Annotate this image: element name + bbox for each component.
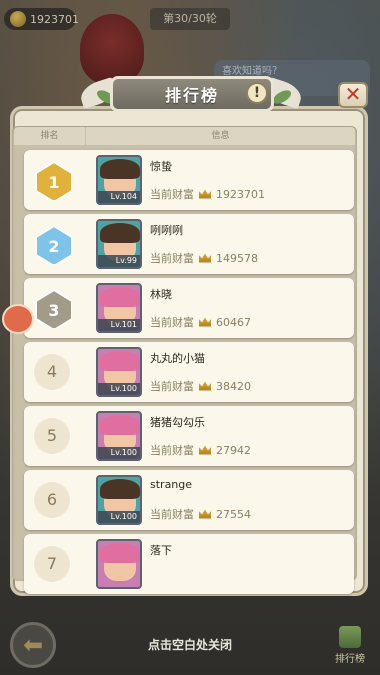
bronze-medal-icon: 3	[35, 288, 72, 328]
player-wealth: 当前财富 27942	[150, 442, 251, 458]
player-wealth: 当前财富 149578	[150, 250, 258, 266]
rank-number: 6	[34, 482, 70, 518]
player-avatar[interactable]: Lv.99	[96, 219, 142, 269]
player-name: 林晓	[150, 288, 172, 301]
player-level: Lv.101	[98, 319, 140, 331]
player-wealth: 当前财富 60467	[150, 314, 251, 330]
wealth-value: 149578	[216, 251, 258, 265]
coin-icon	[10, 11, 26, 27]
avatar-hair	[100, 159, 140, 179]
player-level: Lv.104	[98, 191, 140, 203]
rank-number: 7	[34, 546, 70, 582]
player-avatar[interactable]	[96, 539, 142, 589]
player-name: strange	[150, 478, 193, 491]
leaderboard-row[interactable]: 2 Lv.99 咧咧咧当前财富 149578	[24, 214, 354, 274]
avatar-hair	[100, 479, 140, 499]
silver-medal-icon: 2	[35, 224, 72, 264]
avatar-hair	[100, 351, 140, 371]
panel-title-text: 排行榜	[164, 86, 219, 105]
player-avatar[interactable]: Lv.100	[96, 411, 142, 461]
wealth-value: 27554	[216, 507, 251, 521]
player-name: 猪猪勾勾乐	[150, 416, 205, 429]
player-level: Lv.100	[98, 511, 140, 523]
leaderboard-row[interactable]: 7 落下	[24, 534, 354, 594]
wealth-label: 当前财富	[150, 252, 194, 265]
leaderboard-tab[interactable]: 排行榜	[330, 626, 370, 668]
leaderboard-row[interactable]: 3 Lv.101 林晓当前财富 60467	[24, 278, 354, 338]
player-avatar[interactable]: Lv.101	[96, 283, 142, 333]
player-level: Lv.100	[98, 383, 140, 395]
avatar-hair	[100, 287, 140, 307]
header-info: 信息	[211, 131, 230, 141]
player-avatar[interactable]: Lv.104	[96, 155, 142, 205]
svg-text:1: 1	[48, 173, 59, 192]
gold-medal-icon: 1	[35, 160, 72, 200]
side-toggle-button[interactable]	[2, 304, 34, 334]
player-name: 落下	[150, 544, 172, 557]
player-avatar[interactable]: Lv.100	[96, 475, 142, 525]
wealth-label: 当前财富	[150, 508, 194, 521]
leaderboard-tab-label: 排行榜	[335, 654, 365, 665]
player-level: Lv.100	[98, 447, 140, 459]
leaderboard-row[interactable]: 6 Lv.100 strange 当前财富 27554	[24, 470, 354, 530]
header-rank: 排名	[14, 127, 86, 145]
close-hint-label: 点击空白处关闭	[147, 638, 232, 652]
crown-icon	[199, 445, 211, 455]
currency-value: 1923701	[30, 12, 79, 26]
rank-number: 5	[34, 418, 70, 454]
player-name: 丸丸的小猫	[150, 352, 205, 365]
crown-icon	[199, 317, 211, 327]
wealth-label: 当前财富	[150, 188, 194, 201]
leaderboard-header: 排名 信息	[14, 127, 355, 145]
crown-icon	[199, 253, 211, 263]
wealth-label: 当前财富	[150, 444, 194, 457]
wealth-label: 当前财富	[150, 380, 194, 393]
svg-text:2: 2	[48, 237, 59, 256]
player-wealth: 当前财富 27554	[150, 506, 251, 522]
info-icon[interactable]: !	[246, 82, 268, 104]
leaderboard-row[interactable]: 1 Lv.104 惊蛰当前财富 1923701	[24, 150, 354, 210]
wealth-value: 27942	[216, 443, 251, 457]
player-avatar[interactable]: Lv.100	[96, 347, 142, 397]
player-level: Lv.99	[98, 255, 140, 267]
close-button[interactable]: ✕	[338, 82, 368, 108]
close-icon: ✕	[344, 82, 362, 106]
top-bar: 1923701 第30/30轮	[0, 8, 380, 30]
rank-number: 4	[34, 354, 70, 390]
trophy-icon	[339, 626, 361, 648]
leaderboard-row[interactable]: 5 Lv.100 猪猪勾勾乐当前财富 27942	[24, 406, 354, 466]
wealth-label: 当前财富	[150, 316, 194, 329]
player-wealth: 当前财富 38420	[150, 378, 251, 394]
round-counter: 第30/30轮	[150, 8, 230, 30]
avatar-hair	[100, 543, 140, 563]
close-hint-text: 点击空白处关闭	[0, 636, 380, 653]
background-character	[80, 14, 144, 84]
player-name: 咧咧咧	[150, 224, 183, 237]
leaderboard-row[interactable]: 4 Lv.100 丸丸的小猫当前财富 38420	[24, 342, 354, 402]
crown-icon	[199, 189, 211, 199]
crown-icon	[199, 509, 211, 519]
player-name: 惊蛰	[150, 160, 172, 173]
wealth-value: 60467	[216, 315, 251, 329]
wealth-value: 1923701	[216, 187, 265, 201]
currency-display: 1923701	[4, 8, 79, 30]
avatar-hair	[100, 223, 140, 243]
player-wealth: 当前财富 1923701	[150, 186, 265, 202]
crown-icon	[199, 381, 211, 391]
avatar-hair	[100, 415, 140, 435]
wealth-value: 38420	[216, 379, 251, 393]
svg-text:3: 3	[48, 301, 59, 320]
